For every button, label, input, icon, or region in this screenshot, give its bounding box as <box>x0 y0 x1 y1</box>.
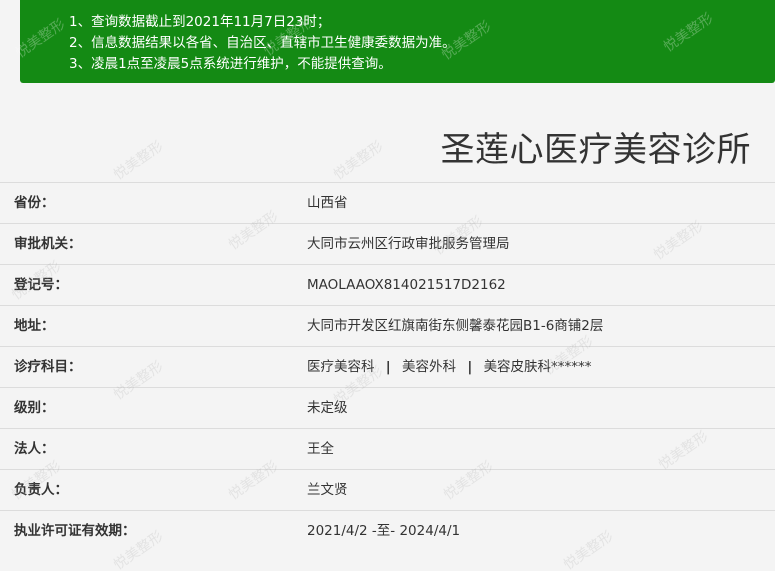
subjects-list: 医疗美容科 | 美容外科 | 美容皮肤科****** <box>307 347 592 387</box>
info-row-level: 级别： 未定级 <box>0 387 775 428</box>
watermark-logo: 悦美整形 <box>331 138 387 184</box>
notice-line-3: 3、凌晨1点至凌晨5点系统进行维护，不能提供查询。 <box>69 56 392 72</box>
watermark-logo: 悦美整形 <box>13 16 69 62</box>
row-value: 王全 <box>307 441 334 457</box>
info-row-subjects: 诊疗科目： 医疗美容科 | 美容外科 | 美容皮肤科****** <box>0 346 775 387</box>
info-row-approval-authority: 审批机关： 大同市云州区行政审批服务管理局 <box>0 223 775 264</box>
page: 1、查询数据截止到2021年11月7日23时； 2、信息数据结果以各省、自治区、… <box>0 0 775 571</box>
info-row-registration-number: 登记号： MAOLAAOX814021517D2162 <box>0 264 775 305</box>
info-row-license-validity: 执业许可证有效期： 2021/4/2 -至- 2024/4/1 <box>0 510 775 551</box>
subject-item: 美容皮肤科****** <box>483 359 592 375</box>
notice-line-2: 2、信息数据结果以各省、自治区、直辖市卫生健康委数据为准。 <box>69 35 456 51</box>
row-value: 山西省 <box>307 195 348 211</box>
row-label: 审批机关： <box>14 236 82 252</box>
info-row-legal-person: 法人： 王全 <box>0 428 775 469</box>
row-label: 登记号： <box>14 277 68 293</box>
info-row-province: 省份： 山西省 <box>0 182 775 223</box>
row-label: 省份： <box>14 195 55 211</box>
watermark-logo: 悦美整形 <box>111 138 167 184</box>
row-value: 未定级 <box>307 400 348 416</box>
row-label: 地址： <box>14 318 55 334</box>
subject-separator: | <box>467 359 473 375</box>
row-label: 法人： <box>14 441 55 457</box>
subject-separator: | <box>385 359 391 375</box>
row-label: 级别： <box>14 400 55 416</box>
notice-banner: 1、查询数据截止到2021年11月7日23时； 2、信息数据结果以各省、自治区、… <box>13 0 775 83</box>
clinic-info-table: 省份： 山西省 审批机关： 大同市云州区行政审批服务管理局 登记号： MAOLA… <box>0 182 775 551</box>
row-label: 执业许可证有效期： <box>14 523 136 539</box>
subject-item: 医疗美容科 <box>307 359 375 375</box>
row-label: 负责人： <box>14 482 68 498</box>
row-value: 大同市开发区红旗南街东侧馨泰花园B1-6商铺2层 <box>307 318 604 334</box>
row-label: 诊疗科目： <box>14 359 82 375</box>
info-row-person-in-charge: 负责人： 兰文贤 <box>0 469 775 510</box>
subject-item: 美容外科 <box>402 359 457 375</box>
row-value: MAOLAAOX814021517D2162 <box>307 277 506 293</box>
info-row-address: 地址： 大同市开发区红旗南街东侧馨泰花园B1-6商铺2层 <box>0 305 775 346</box>
row-value: 2021/4/2 -至- 2024/4/1 <box>307 523 461 539</box>
row-value: 兰文贤 <box>307 482 348 498</box>
row-value: 大同市云州区行政审批服务管理局 <box>307 236 510 252</box>
notice-line-1: 1、查询数据截止到2021年11月7日23时； <box>69 14 331 30</box>
clinic-title: 圣莲心医疗美容诊所 <box>440 130 751 170</box>
